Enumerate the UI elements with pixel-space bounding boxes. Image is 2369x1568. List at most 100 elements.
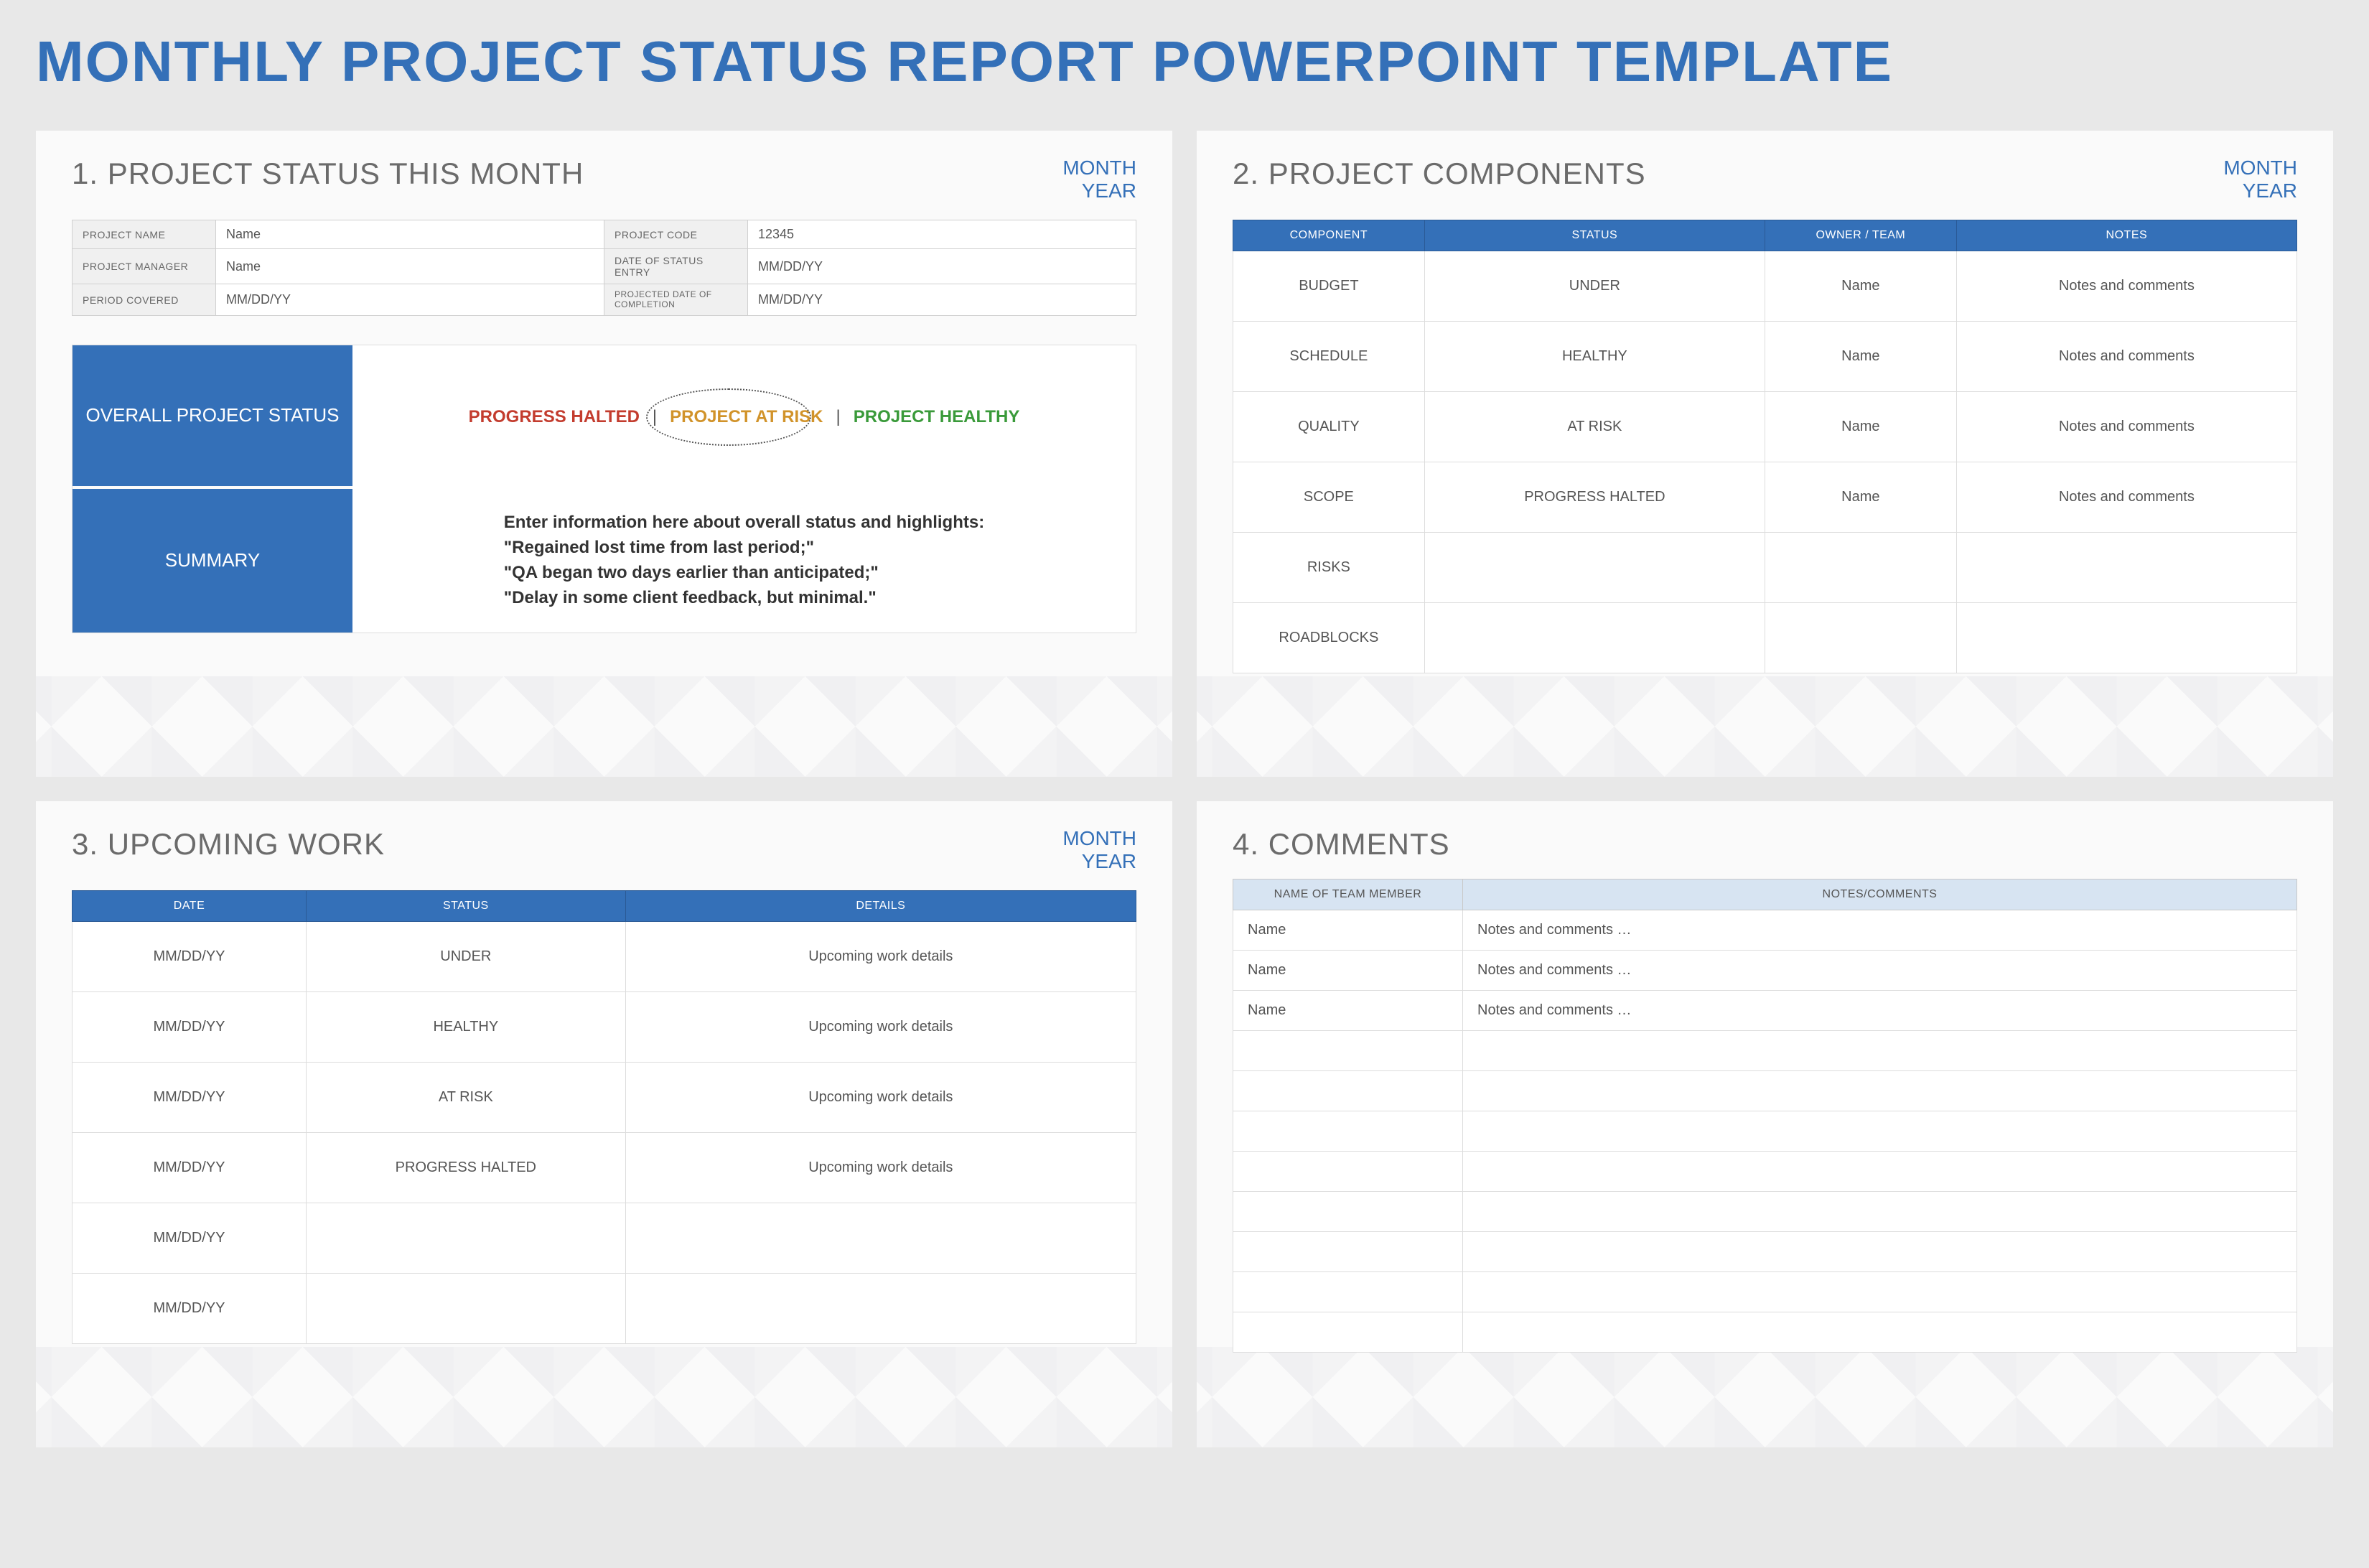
slide-upcoming-work: 3. UPCOMING WORK MONTH YEAR DATE STATUS … xyxy=(36,801,1172,1447)
notes-cell[interactable] xyxy=(1463,1111,2297,1152)
member-cell[interactable] xyxy=(1233,1192,1463,1232)
member-cell[interactable]: Name xyxy=(1233,951,1463,991)
notes-cell[interactable]: Notes and comments xyxy=(1956,392,2296,462)
status-cell[interactable]: PROGRESS HALTED xyxy=(1424,462,1765,533)
owner-cell[interactable]: Name xyxy=(1765,251,1956,322)
selected-ellipse-icon xyxy=(646,388,811,446)
owner-cell[interactable]: Name xyxy=(1765,392,1956,462)
val-project-code[interactable]: 12345 xyxy=(748,220,1136,249)
lbl-project-code: PROJECT CODE xyxy=(604,220,748,249)
status-cell[interactable] xyxy=(307,1203,626,1274)
status-cell[interactable]: AT RISK xyxy=(307,1063,626,1133)
date-cell[interactable]: MM/DD/YY xyxy=(73,1274,307,1344)
status-cell[interactable]: HEALTHY xyxy=(1424,322,1765,392)
member-cell[interactable]: Name xyxy=(1233,910,1463,951)
owner-cell[interactable]: Name xyxy=(1765,462,1956,533)
status-cell[interactable] xyxy=(307,1274,626,1344)
date-cell[interactable]: MM/DD/YY xyxy=(73,1133,307,1203)
overall-status-label: OVERALL PROJECT STATUS xyxy=(73,345,352,489)
member-cell[interactable] xyxy=(1233,1111,1463,1152)
val-projected-date[interactable]: MM/DD/YY xyxy=(748,284,1136,315)
notes-cell[interactable] xyxy=(1463,1071,2297,1111)
status-cell[interactable] xyxy=(1424,603,1765,673)
table-row: NameNotes and comments … xyxy=(1233,991,2297,1031)
month-label: MONTH xyxy=(1062,827,1136,850)
member-cell[interactable] xyxy=(1233,1152,1463,1192)
component-cell: SCOPE xyxy=(1233,462,1425,533)
notes-cell[interactable]: Notes and comments xyxy=(1956,462,2296,533)
details-cell[interactable] xyxy=(625,1274,1136,1344)
notes-cell[interactable]: Notes and comments … xyxy=(1463,991,2297,1031)
notes-cell[interactable]: Notes and comments xyxy=(1956,251,2296,322)
table-row xyxy=(1233,1232,2297,1272)
member-cell[interactable] xyxy=(1233,1272,1463,1312)
val-project-name[interactable]: Name xyxy=(216,220,604,249)
notes-cell[interactable]: Notes and comments … xyxy=(1463,910,2297,951)
details-cell[interactable]: Upcoming work details xyxy=(625,1063,1136,1133)
date-cell[interactable]: MM/DD/YY xyxy=(73,1203,307,1274)
val-project-manager[interactable]: Name xyxy=(216,249,604,284)
table-row xyxy=(1233,1071,2297,1111)
member-cell[interactable] xyxy=(1233,1232,1463,1272)
notes-cell[interactable] xyxy=(1956,533,2296,603)
status-cell[interactable]: UNDER xyxy=(1424,251,1765,322)
owner-cell[interactable] xyxy=(1765,603,1956,673)
status-healthy[interactable]: PROJECT HEALTHY xyxy=(854,407,1020,427)
status-cell[interactable]: HEALTHY xyxy=(307,992,626,1063)
hdr-status: STATUS xyxy=(1424,220,1765,251)
table-row xyxy=(1233,1272,2297,1312)
date-cell[interactable]: MM/DD/YY xyxy=(73,992,307,1063)
status-cell[interactable] xyxy=(1424,533,1765,603)
slide2-monthyear: MONTH YEAR xyxy=(2223,157,2297,202)
summary-text[interactable]: Enter information here about overall sta… xyxy=(352,489,1136,633)
notes-cell[interactable] xyxy=(1463,1192,2297,1232)
month-label: MONTH xyxy=(2223,157,2297,179)
notes-cell[interactable] xyxy=(1463,1272,2297,1312)
table-row: QUALITYAT RISKNameNotes and comments xyxy=(1233,392,2297,462)
owner-cell[interactable] xyxy=(1765,533,1956,603)
status-halted[interactable]: PROGRESS HALTED xyxy=(469,407,640,427)
separator: | xyxy=(836,407,841,427)
notes-cell[interactable] xyxy=(1956,603,2296,673)
val-date-entry[interactable]: MM/DD/YY xyxy=(748,249,1136,284)
details-cell[interactable]: Upcoming work details xyxy=(625,992,1136,1063)
table-row: MM/DD/YYUNDERUpcoming work details xyxy=(73,922,1136,992)
overall-status-options[interactable]: PROGRESS HALTED | PROJECT AT RISK | PROJ… xyxy=(352,345,1136,489)
year-label: YEAR xyxy=(1062,850,1136,873)
date-cell[interactable]: MM/DD/YY xyxy=(73,1063,307,1133)
month-label: MONTH xyxy=(1062,157,1136,179)
components-table: COMPONENT STATUS OWNER / TEAM NOTES BUDG… xyxy=(1233,220,2297,673)
hdr-component: COMPONENT xyxy=(1233,220,1425,251)
table-row: MM/DD/YYAT RISKUpcoming work details xyxy=(73,1063,1136,1133)
notes-cell[interactable] xyxy=(1463,1031,2297,1071)
table-row xyxy=(1233,1152,2297,1192)
details-cell[interactable]: Upcoming work details xyxy=(625,922,1136,992)
member-cell[interactable] xyxy=(1233,1031,1463,1071)
val-period[interactable]: MM/DD/YY xyxy=(216,284,604,315)
status-cell[interactable]: PROGRESS HALTED xyxy=(307,1133,626,1203)
member-cell[interactable]: Name xyxy=(1233,991,1463,1031)
table-row: RISKS xyxy=(1233,533,2297,603)
details-cell[interactable] xyxy=(625,1203,1136,1274)
status-cell[interactable]: UNDER xyxy=(307,922,626,992)
owner-cell[interactable]: Name xyxy=(1765,322,1956,392)
date-cell[interactable]: MM/DD/YY xyxy=(73,922,307,992)
project-info-table: PROJECT NAME Name PROJECT CODE 12345 PRO… xyxy=(72,220,1136,315)
slide-project-components: 2. PROJECT COMPONENTS MONTH YEAR COMPONE… xyxy=(1197,131,2333,777)
slide-project-status: 1. PROJECT STATUS THIS MONTH MONTH YEAR … xyxy=(36,131,1172,777)
table-row: MM/DD/YYPROGRESS HALTEDUpcoming work det… xyxy=(73,1133,1136,1203)
status-cell[interactable]: AT RISK xyxy=(1424,392,1765,462)
notes-cell[interactable] xyxy=(1463,1152,2297,1192)
component-cell: SCHEDULE xyxy=(1233,322,1425,392)
details-cell[interactable]: Upcoming work details xyxy=(625,1133,1136,1203)
notes-cell[interactable]: Notes and comments … xyxy=(1463,951,2297,991)
hdr-notes: NOTES/COMMENTS xyxy=(1463,879,2297,910)
notes-cell[interactable] xyxy=(1463,1312,2297,1353)
slides-grid: 1. PROJECT STATUS THIS MONTH MONTH YEAR … xyxy=(36,131,2333,1447)
component-cell: QUALITY xyxy=(1233,392,1425,462)
member-cell[interactable] xyxy=(1233,1071,1463,1111)
notes-cell[interactable] xyxy=(1463,1232,2297,1272)
member-cell[interactable] xyxy=(1233,1312,1463,1353)
slide2-title: 2. PROJECT COMPONENTS xyxy=(1233,157,1646,191)
notes-cell[interactable]: Notes and comments xyxy=(1956,322,2296,392)
